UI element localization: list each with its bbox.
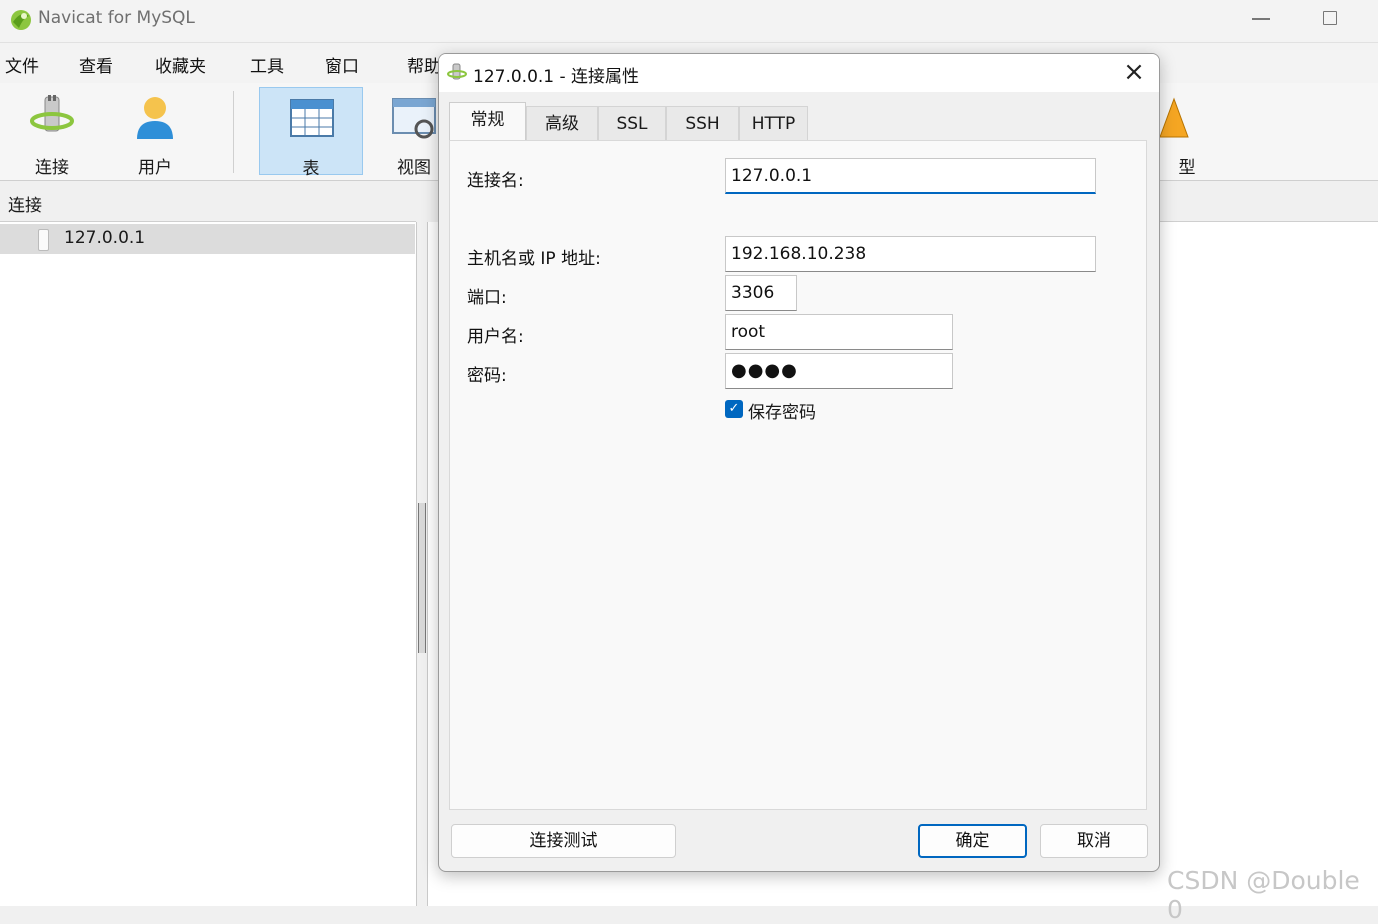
port-input[interactable] bbox=[725, 275, 797, 311]
toolbar-separator bbox=[233, 91, 234, 173]
ok-button[interactable]: 确定 bbox=[918, 824, 1027, 858]
model-label: 型 bbox=[1178, 158, 1196, 178]
connection-item-label: 127.0.0.1 bbox=[64, 228, 146, 248]
connect-button[interactable]: 连接 bbox=[0, 87, 104, 178]
watermark-text: CSDN @Double 0 bbox=[1167, 866, 1360, 924]
app-titlebar: Navicat for MySQL bbox=[0, 0, 1378, 42]
connection-pane-header: 连接 bbox=[0, 181, 416, 222]
host-label: 主机名或 IP 地址: bbox=[467, 249, 601, 269]
tab-general[interactable]: 常规 bbox=[449, 102, 526, 141]
user-label: 用户 bbox=[138, 158, 172, 178]
table-button[interactable]: 表 bbox=[259, 87, 363, 179]
connection-pane-title: 连接 bbox=[8, 196, 42, 216]
menu-file[interactable]: 文件 bbox=[5, 52, 39, 77]
save-password-checkbox[interactable]: ✓ bbox=[725, 400, 743, 418]
menu-favorites[interactable]: 收藏夹 bbox=[155, 52, 206, 77]
connection-properties-dialog: 127.0.0.1 - 连接属性 × 常规 高级 SSL SSH HTTP 连接… bbox=[438, 53, 1160, 872]
navicat-logo-icon bbox=[11, 10, 31, 30]
user-icon bbox=[137, 97, 173, 139]
tab-ssl[interactable]: SSL bbox=[598, 106, 666, 140]
username-label: 用户名: bbox=[467, 327, 524, 347]
save-password-label[interactable]: 保存密码 bbox=[748, 398, 816, 423]
connection-name-label: 连接名: bbox=[467, 171, 524, 191]
splitter-grip[interactable] bbox=[418, 503, 426, 653]
maximize-icon[interactable] bbox=[1323, 11, 1337, 25]
table-label: 表 bbox=[302, 159, 320, 179]
username-input[interactable] bbox=[725, 314, 953, 350]
minimize-icon[interactable] bbox=[1252, 18, 1270, 20]
menu-window[interactable]: 窗口 bbox=[325, 52, 359, 77]
view-icon bbox=[392, 98, 436, 139]
connection-icon bbox=[447, 63, 467, 80]
menu-tools[interactable]: 工具 bbox=[250, 52, 284, 77]
tab-ssh[interactable]: SSH bbox=[666, 106, 739, 140]
port-label: 端口: bbox=[467, 288, 507, 308]
tab-advanced[interactable]: 高级 bbox=[526, 106, 598, 140]
password-label: 密码: bbox=[467, 366, 507, 386]
connection-name-input[interactable] bbox=[725, 158, 1096, 194]
user-button[interactable]: 用户 bbox=[103, 87, 207, 178]
tab-http[interactable]: HTTP bbox=[739, 106, 808, 140]
database-connection-icon bbox=[38, 229, 49, 251]
table-icon bbox=[290, 99, 334, 137]
host-input[interactable] bbox=[725, 236, 1096, 272]
connect-label: 连接 bbox=[35, 158, 69, 178]
password-input[interactable]: ●●●● bbox=[725, 353, 953, 389]
close-icon[interactable]: × bbox=[1121, 59, 1147, 86]
dialog-title: 127.0.0.1 - 连接属性 bbox=[473, 67, 640, 87]
menu-help[interactable]: 帮助 bbox=[407, 52, 441, 77]
connect-plug-icon bbox=[30, 95, 74, 132]
connection-item-127-0-0-1[interactable]: 127.0.0.1 bbox=[0, 224, 415, 254]
test-connection-button[interactable]: 连接测试 bbox=[451, 824, 676, 858]
connection-tree: 127.0.0.1 bbox=[0, 222, 417, 906]
object-pane-header bbox=[1158, 181, 1378, 222]
menu-view[interactable]: 查看 bbox=[79, 52, 113, 77]
cancel-button[interactable]: 取消 bbox=[1040, 824, 1148, 858]
password-mask: ●●●● bbox=[731, 360, 798, 381]
app-title: Navicat for MySQL bbox=[38, 8, 195, 28]
dialog-titlebar: 127.0.0.1 - 连接属性 × bbox=[439, 54, 1159, 92]
